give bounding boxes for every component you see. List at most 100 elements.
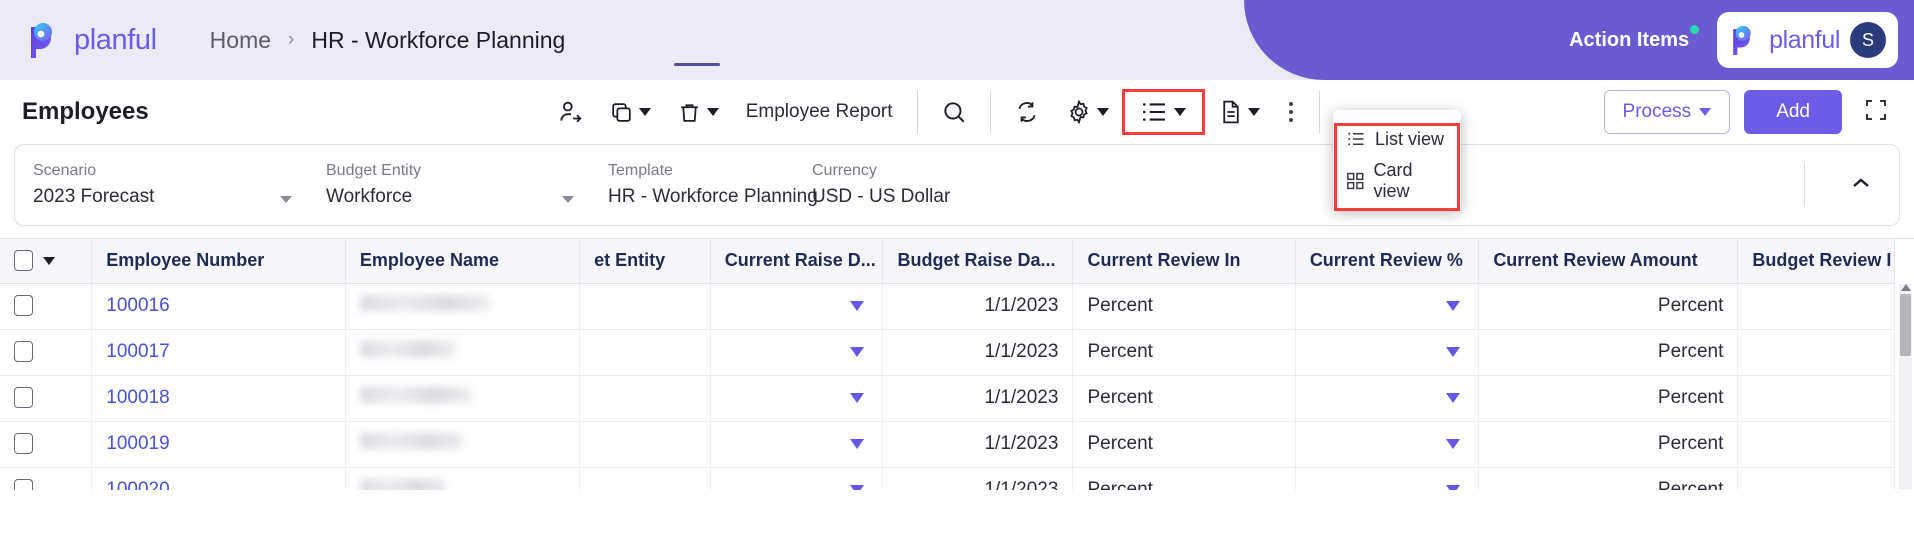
cell-current-review-amount[interactable]: Percent <box>1478 283 1739 330</box>
filter-budget-entity[interactable]: Budget Entity Workforce <box>308 145 590 225</box>
table-vertical-scrollbar[interactable] <box>1899 284 1912 489</box>
scrollbar-thumb[interactable] <box>1900 294 1911 356</box>
chevron-down-icon[interactable] <box>1446 301 1461 311</box>
brand-logo[interactable]: planful <box>0 21 157 59</box>
column-budget-review[interactable]: Budget Review I <box>1737 239 1895 284</box>
cell-budget-review[interactable] <box>1737 375 1895 422</box>
action-items-button[interactable]: Action Items <box>1569 24 1700 52</box>
column-current-review-amount[interactable]: Current Review Amount <box>1478 239 1739 284</box>
cell-current-raise-date[interactable] <box>710 375 884 422</box>
view-mode-button[interactable] <box>1121 89 1205 135</box>
cell-current-review-amount[interactable]: Percent <box>1478 421 1739 468</box>
cell-employee-number[interactable]: 100019 <box>91 421 346 468</box>
chevron-down-icon[interactable] <box>1446 347 1461 357</box>
cell-current-review-in[interactable]: Percent <box>1072 421 1296 468</box>
cell-current-review-pct[interactable] <box>1295 329 1480 376</box>
avatar[interactable]: S <box>1850 22 1886 58</box>
cell-current-review-pct[interactable] <box>1295 375 1480 422</box>
collapse-filters-button[interactable] <box>1849 175 1873 196</box>
column-current-review-in[interactable]: Current Review In <box>1072 239 1296 284</box>
chevron-down-icon[interactable] <box>850 439 865 449</box>
cell-current-review-amount[interactable]: Percent <box>1478 467 1739 490</box>
filter-template[interactable]: Template HR - Workforce Planning <box>590 145 818 225</box>
column-current-review-pct[interactable]: Current Review % <box>1295 239 1480 284</box>
chevron-down-icon[interactable] <box>1446 393 1461 403</box>
table-row[interactable]: 100017 1/1/2023 Percent Percent <box>0 329 1895 376</box>
row-checkbox-cell[interactable] <box>0 329 93 376</box>
add-employee-button[interactable] <box>544 90 596 134</box>
settings-button[interactable] <box>1053 90 1122 134</box>
chevron-down-icon[interactable] <box>280 196 292 203</box>
row-checkbox[interactable] <box>14 387 33 409</box>
cell-employee-number[interactable]: 100020 <box>91 467 346 490</box>
cell-current-review-pct[interactable] <box>1295 283 1480 330</box>
table-row[interactable]: 100019 1/1/2023 Percent Percent <box>0 421 1895 468</box>
chevron-down-icon[interactable] <box>1446 439 1461 449</box>
filter-scenario[interactable]: Scenario 2023 Forecast <box>15 145 308 225</box>
cell-current-review-in[interactable]: Percent <box>1072 329 1296 376</box>
cell-current-review-pct[interactable] <box>1295 421 1480 468</box>
employee-report-button[interactable]: Employee Report <box>732 101 907 123</box>
cell-budget-review[interactable] <box>1737 421 1895 468</box>
cell-budget-raise-date[interactable]: 1/1/2023 <box>882 421 1074 468</box>
chevron-down-icon[interactable] <box>850 301 865 311</box>
cell-budget-review[interactable] <box>1737 283 1895 330</box>
search-button[interactable] <box>928 90 980 134</box>
table-row[interactable]: 100016 1/1/2023 Percent Percent <box>0 283 1895 330</box>
chevron-down-icon[interactable] <box>850 347 865 357</box>
menu-item-list-view[interactable]: List view <box>1333 118 1461 160</box>
copy-button[interactable] <box>596 90 664 134</box>
row-checkbox-cell[interactable] <box>0 375 93 422</box>
row-checkbox[interactable] <box>14 479 33 490</box>
cell-budget-entity[interactable] <box>579 467 711 490</box>
cell-budget-entity[interactable] <box>579 283 711 330</box>
column-select-all[interactable] <box>0 239 93 284</box>
column-current-raise-date[interactable]: Current Raise D... <box>710 239 884 284</box>
chevron-down-icon[interactable] <box>43 256 55 265</box>
cell-budget-review[interactable] <box>1737 329 1895 376</box>
cell-employee-number[interactable]: 100016 <box>91 283 346 330</box>
cell-budget-raise-date[interactable]: 1/1/2023 <box>882 329 1074 376</box>
cell-budget-raise-date[interactable]: 1/1/2023 <box>882 283 1074 330</box>
refresh-button[interactable] <box>1001 90 1053 134</box>
more-options-button[interactable] <box>1273 102 1309 122</box>
cell-budget-entity[interactable] <box>579 329 711 376</box>
cell-current-review-in[interactable]: Percent <box>1072 283 1296 330</box>
cell-employee-number[interactable]: 100018 <box>91 375 346 422</box>
cell-budget-review[interactable] <box>1737 467 1895 490</box>
delete-button[interactable] <box>664 90 732 134</box>
cell-current-review-in[interactable]: Percent <box>1072 375 1296 422</box>
menu-item-card-view[interactable]: Card view <box>1333 160 1461 202</box>
cell-current-review-amount[interactable]: Percent <box>1478 375 1739 422</box>
add-button[interactable]: Add <box>1744 90 1842 134</box>
chevron-down-icon[interactable] <box>850 485 865 490</box>
table-row[interactable]: 100020 1/1/2023 Percent Percent <box>0 467 1895 490</box>
row-checkbox[interactable] <box>14 295 33 317</box>
scroll-up-arrow-icon[interactable] <box>1901 284 1911 291</box>
cell-budget-entity[interactable] <box>579 375 711 422</box>
breadcrumb-home[interactable]: Home <box>210 27 271 54</box>
table-row[interactable]: 100018 1/1/2023 Percent Percent <box>0 375 1895 422</box>
export-document-button[interactable] <box>1205 90 1273 134</box>
cell-current-review-amount[interactable]: Percent <box>1478 329 1739 376</box>
row-checkbox-cell[interactable] <box>0 421 93 468</box>
column-budget-raise-date[interactable]: Budget Raise Da... <box>882 239 1074 284</box>
cell-budget-raise-date[interactable]: 1/1/2023 <box>882 467 1074 490</box>
cell-current-raise-date[interactable] <box>710 467 884 490</box>
cell-employee-number[interactable]: 100017 <box>91 329 346 376</box>
select-all-checkbox[interactable] <box>14 250 33 272</box>
cell-current-review-in[interactable]: Percent <box>1072 467 1296 490</box>
fullscreen-button[interactable] <box>1856 98 1896 127</box>
column-employee-name[interactable]: Employee Name <box>345 239 581 284</box>
cell-current-raise-date[interactable] <box>710 329 884 376</box>
row-checkbox-cell[interactable] <box>0 283 93 330</box>
chevron-down-icon[interactable] <box>562 196 574 203</box>
cell-current-review-pct[interactable] <box>1295 467 1480 490</box>
cell-budget-entity[interactable] <box>579 421 711 468</box>
chevron-down-icon[interactable] <box>1446 485 1461 490</box>
row-checkbox-cell[interactable] <box>0 467 93 490</box>
row-checkbox[interactable] <box>14 433 33 455</box>
chevron-down-icon[interactable] <box>850 393 865 403</box>
row-checkbox[interactable] <box>14 341 33 363</box>
user-chip[interactable]: planful S <box>1717 12 1898 68</box>
